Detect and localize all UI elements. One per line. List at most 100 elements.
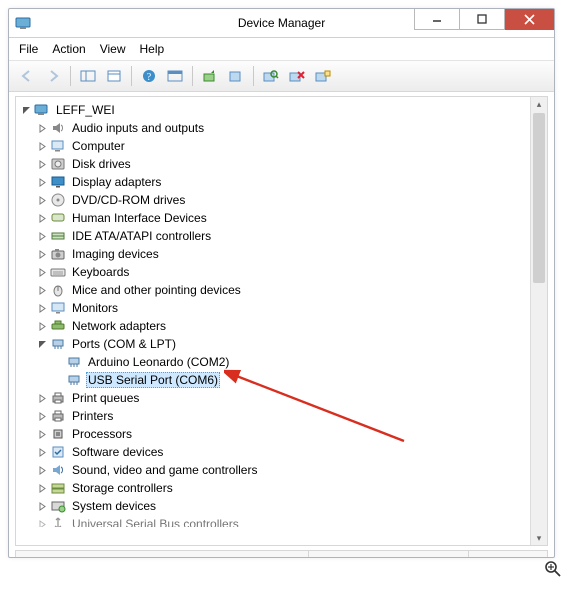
expander-icon[interactable] (36, 122, 48, 134)
back-button[interactable] (15, 64, 39, 88)
expander-icon[interactable] (36, 212, 48, 224)
optical-icon (50, 192, 66, 208)
expander-icon[interactable] (36, 248, 48, 260)
expander-icon[interactable] (36, 446, 48, 458)
tree-category[interactable]: Audio inputs and outputs (36, 119, 530, 137)
forward-button[interactable] (41, 64, 65, 88)
toolbar-separator (70, 66, 71, 86)
expander-icon[interactable] (36, 158, 48, 170)
status-bar (15, 550, 548, 558)
printer-icon (50, 408, 66, 424)
menu-view[interactable]: View (100, 42, 126, 56)
expander-icon[interactable] (36, 428, 48, 440)
close-button[interactable] (505, 9, 554, 30)
expander-icon[interactable] (36, 266, 48, 278)
tree-category[interactable]: Printers (36, 407, 530, 425)
refresh-button[interactable] (163, 64, 187, 88)
expander-icon[interactable] (36, 464, 48, 476)
tree-category-label: Computer (70, 139, 127, 153)
tree-category-label: IDE ATA/ATAPI controllers (70, 229, 213, 243)
hid-icon (50, 210, 66, 226)
mouse-icon (50, 282, 66, 298)
console-tree-button[interactable] (76, 64, 100, 88)
tree-category[interactable]: System devices (36, 497, 530, 515)
expander-icon[interactable] (36, 284, 48, 296)
properties-button[interactable] (102, 64, 126, 88)
software-icon (50, 444, 66, 460)
sound-icon (50, 462, 66, 478)
expander-icon[interactable] (36, 482, 48, 494)
expander-icon[interactable] (36, 230, 48, 242)
tree-category[interactable]: Processors (36, 425, 530, 443)
tree-category[interactable]: Monitors (36, 299, 530, 317)
tree-category[interactable]: Display adapters (36, 173, 530, 191)
minimize-button[interactable] (414, 9, 460, 30)
expander-icon[interactable] (36, 140, 48, 152)
tree-device[interactable]: Arduino Leonardo (COM2) (52, 353, 530, 371)
tree-category-label: Display adapters (70, 175, 163, 189)
disable-button[interactable] (285, 64, 309, 88)
expander-icon[interactable] (36, 500, 48, 512)
expander-icon[interactable] (20, 104, 32, 116)
tree-category[interactable]: Universal Serial Bus controllers (36, 515, 530, 527)
titlebar[interactable]: Device Manager (9, 9, 554, 38)
tree-category[interactable]: Disk drives (36, 155, 530, 173)
device-tree[interactable]: LEFF_WEI Audio inputs and outputs Computer… (16, 97, 530, 545)
expander-icon[interactable] (36, 518, 48, 527)
scroll-down-arrow[interactable]: ▾ (531, 531, 547, 545)
tree-category[interactable]: Software devices (36, 443, 530, 461)
expander-icon[interactable] (36, 392, 48, 404)
scroll-up-arrow[interactable]: ▴ (531, 97, 547, 111)
tree-category[interactable]: Network adapters (36, 317, 530, 335)
help-button[interactable]: ? (137, 64, 161, 88)
tree-category[interactable]: Sound, video and game controllers (36, 461, 530, 479)
speaker-icon (50, 120, 66, 136)
tree-category-label: Monitors (70, 301, 120, 315)
tree-pane: LEFF_WEI Audio inputs and outputs Computer… (15, 96, 548, 546)
tree-category-label: Processors (70, 427, 134, 441)
tree-category-label: Storage controllers (70, 481, 175, 495)
svg-text:?: ? (147, 72, 152, 83)
port-icon (66, 372, 82, 388)
expander-icon[interactable] (36, 338, 48, 350)
expander-icon[interactable] (36, 320, 48, 332)
tree-category-label: Sound, video and game controllers (70, 463, 259, 477)
tree-category[interactable]: Mice and other pointing devices (36, 281, 530, 299)
tree-category[interactable]: Keyboards (36, 263, 530, 281)
tree-device[interactable]: USB Serial Port (COM6) (52, 371, 530, 389)
scroll-thumb[interactable] (533, 113, 545, 283)
expander-spacer (52, 356, 64, 368)
menu-file[interactable]: File (19, 42, 38, 56)
tree-category[interactable]: Ports (COM & LPT) (36, 335, 530, 353)
enable-button[interactable] (311, 64, 335, 88)
menu-action[interactable]: Action (52, 42, 85, 56)
menu-help[interactable]: Help (140, 42, 165, 56)
tree-category-label: DVD/CD-ROM drives (70, 193, 187, 207)
tree-category[interactable]: Imaging devices (36, 245, 530, 263)
tree-root[interactable]: LEFF_WEI (20, 101, 530, 119)
zoom-icon[interactable] (544, 560, 562, 581)
ide-icon (50, 228, 66, 244)
tree-category[interactable]: IDE ATA/ATAPI controllers (36, 227, 530, 245)
vertical-scrollbar[interactable]: ▴ ▾ (530, 97, 547, 545)
monitor-icon (50, 300, 66, 316)
scan-hardware-button[interactable] (259, 64, 283, 88)
expander-icon[interactable] (36, 302, 48, 314)
app-icon (15, 15, 31, 31)
maximize-button[interactable] (460, 9, 505, 30)
uninstall-button[interactable] (224, 64, 248, 88)
expander-icon[interactable] (36, 410, 48, 422)
expander-icon[interactable] (36, 176, 48, 188)
update-driver-button[interactable] (198, 64, 222, 88)
tree-category[interactable]: Print queues (36, 389, 530, 407)
tree-category-label: Software devices (70, 445, 165, 459)
tree-category[interactable]: Storage controllers (36, 479, 530, 497)
tree-category[interactable]: Computer (36, 137, 530, 155)
tree-category[interactable]: DVD/CD-ROM drives (36, 191, 530, 209)
tree-category-label: Imaging devices (70, 247, 161, 261)
expander-icon[interactable] (36, 194, 48, 206)
tree-category-label: Keyboards (70, 265, 131, 279)
tree-category[interactable]: Human Interface Devices (36, 209, 530, 227)
tree-category-label: Audio inputs and outputs (70, 121, 206, 135)
tree-category-label: Print queues (70, 391, 141, 405)
